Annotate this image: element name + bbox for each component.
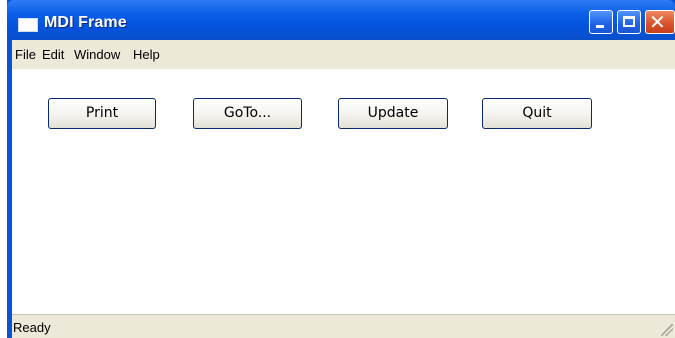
goto-button[interactable]: GoTo... (193, 98, 302, 129)
resize-grip-icon[interactable] (661, 324, 673, 336)
maximize-button[interactable] (617, 10, 641, 34)
minimize-button[interactable] (589, 10, 613, 34)
minimize-icon (596, 25, 604, 28)
app-window-icon (18, 18, 38, 32)
menu-file[interactable]: File (15, 47, 36, 62)
menu-bar: File Edit Window Help (12, 40, 675, 69)
status-bar: Ready (12, 314, 675, 338)
title-bar[interactable]: MDI Frame ✕ (7, 0, 675, 40)
close-icon: ✕ (649, 10, 666, 34)
mdi-client-area: Print GoTo... Update Quit (12, 69, 675, 314)
maximize-icon (623, 16, 635, 27)
close-button[interactable]: ✕ (645, 10, 675, 34)
status-text: Ready (13, 320, 51, 335)
print-button[interactable]: Print (48, 98, 156, 129)
menu-window[interactable]: Window (74, 47, 120, 62)
window-title: MDI Frame (44, 14, 127, 31)
quit-button[interactable]: Quit (482, 98, 592, 129)
menu-edit[interactable]: Edit (42, 47, 64, 62)
mdi-frame-window: MDI Frame ✕ File Edit Window Help Print … (7, 0, 675, 338)
client-area: File Edit Window Help Print GoTo... Upda… (12, 40, 675, 338)
update-button[interactable]: Update (338, 98, 448, 129)
menu-help[interactable]: Help (133, 47, 160, 62)
